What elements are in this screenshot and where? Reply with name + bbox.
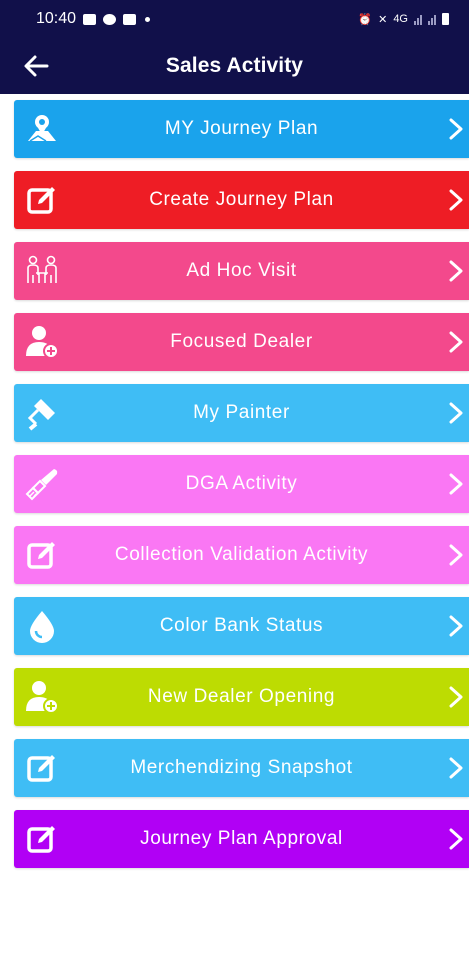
menu-item-label: My Painter: [193, 402, 290, 423]
menu-item-new-dealer-opening[interactable]: New Dealer Opening: [14, 668, 469, 726]
user-add-icon: [24, 679, 60, 715]
meeting-icon: [24, 253, 60, 289]
menu-item-label: Collection Validation Activity: [114, 544, 369, 565]
menu-item-dga-activity[interactable]: DGA Activity: [14, 455, 469, 513]
chevron-right-icon: [449, 402, 463, 424]
menu-item-label: New Dealer Opening: [147, 686, 336, 707]
menu-item-label: Color Bank Status: [159, 615, 324, 636]
user-add-icon: [24, 324, 60, 360]
signal-strength-2-icon: [428, 14, 436, 25]
app-bar: Sales Activity: [0, 38, 469, 94]
status-bar: 10:40 ⏰ ✕ 4G: [0, 0, 469, 38]
menu-item-focused-dealer[interactable]: Focused Dealer: [14, 313, 469, 371]
menu-item-label: Merchendizing Snapshot: [130, 757, 353, 778]
battery-icon: [442, 13, 449, 25]
edit-icon: [24, 750, 60, 786]
menu-item-label: MY Journey Plan: [164, 118, 319, 139]
signal-strength-icon: [414, 14, 422, 25]
menu-item-label: Focused Dealer: [170, 331, 313, 352]
menu-item-collection-validation-activity[interactable]: Collection Validation Activity: [14, 526, 469, 584]
menu-item-journey-plan-approval[interactable]: Journey Plan Approval: [14, 810, 469, 868]
chevron-right-icon: [449, 331, 463, 353]
chevron-right-icon: [449, 615, 463, 637]
back-arrow-icon[interactable]: [22, 52, 50, 80]
chevron-right-icon: [449, 473, 463, 495]
menu-item-label: Create Journey Plan: [149, 189, 334, 210]
edit-icon: [24, 537, 60, 573]
chevron-right-icon: [449, 544, 463, 566]
menu-item-label: DGA Activity: [185, 473, 298, 494]
sales-activity-menu: MY Journey Plan Create Journey Plan Ad Hoc…: [14, 100, 469, 881]
messenger-notification-icon: [103, 13, 117, 25]
chevron-right-icon: [449, 828, 463, 850]
menu-item-label: Ad Hoc Visit: [186, 260, 297, 281]
paint-roller-icon: [24, 395, 60, 431]
map-pin-icon: [24, 111, 60, 147]
page-title: Sales Activity: [165, 54, 304, 77]
edit-icon: [24, 821, 60, 857]
menu-item-create-journey-plan[interactable]: Create Journey Plan: [14, 171, 469, 229]
menu-item-label: Journey Plan Approval: [140, 828, 343, 849]
menu-item-merchendizing-snapshot[interactable]: Merchendizing Snapshot: [14, 739, 469, 797]
alarm-icon: ⏰: [358, 13, 373, 26]
chevron-right-icon: [449, 260, 463, 282]
menu-item-my-journey-plan[interactable]: MY Journey Plan: [14, 100, 469, 158]
menu-item-ad-hoc-visit[interactable]: Ad Hoc Visit: [14, 242, 469, 300]
menu-item-color-bank-status[interactable]: Color Bank Status: [14, 597, 469, 655]
more-notifications-dot-icon: [145, 16, 151, 22]
facebook-notification-icon: [123, 13, 137, 25]
network-type: 4G: [393, 13, 408, 25]
mute-icon: ✕: [378, 13, 388, 26]
gallery-notification-icon: [83, 13, 97, 25]
menu-item-my-painter[interactable]: My Painter: [14, 384, 469, 442]
edit-icon: [24, 182, 60, 218]
drop-icon: [24, 608, 60, 644]
chevron-right-icon: [449, 189, 463, 211]
chevron-right-icon: [449, 757, 463, 779]
chevron-right-icon: [449, 118, 463, 140]
status-time: 10:40: [36, 10, 77, 27]
paint-brush-icon: [24, 466, 60, 502]
chevron-right-icon: [449, 686, 463, 708]
